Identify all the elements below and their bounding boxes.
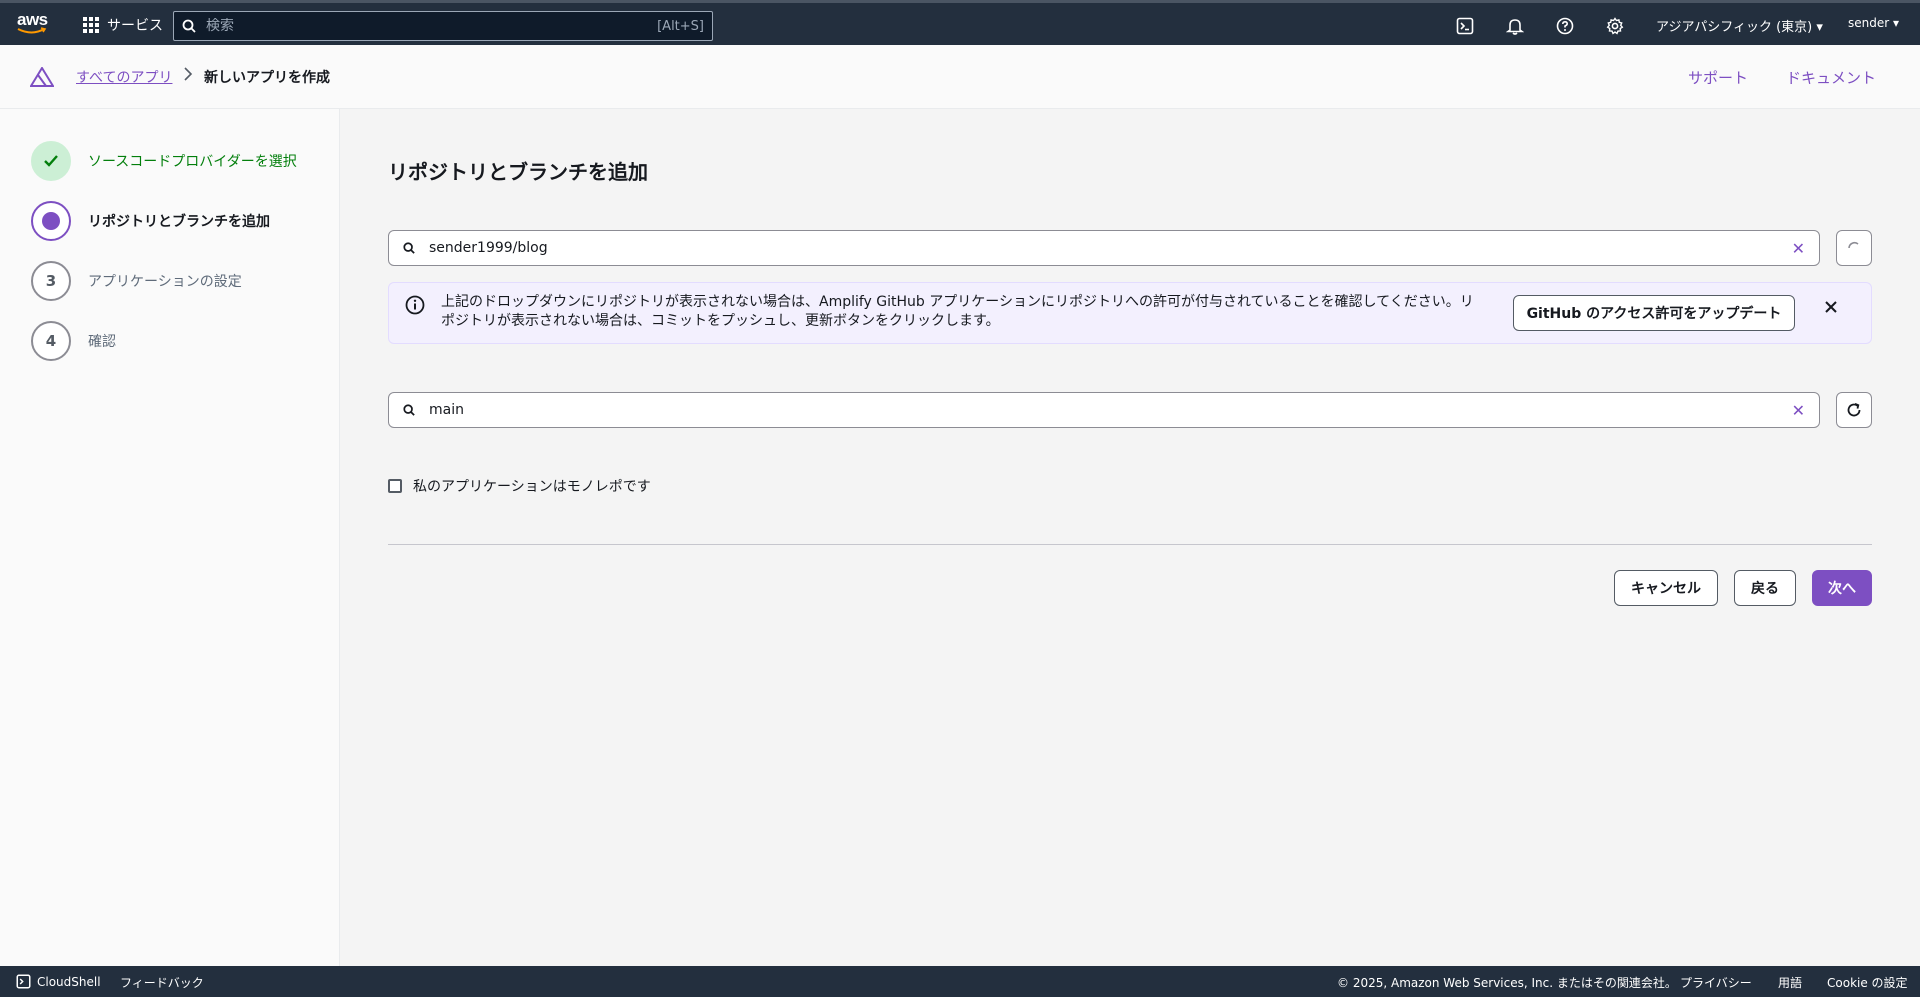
- monorepo-label[interactable]: 私のアプリケーションはモノレポです: [413, 476, 651, 496]
- help-icon[interactable]: [1554, 15, 1576, 37]
- privacy-link[interactable]: プライバシー: [1680, 974, 1752, 991]
- services-menu[interactable]: サービス: [83, 15, 163, 35]
- back-button[interactable]: 戻る: [1734, 570, 1796, 606]
- branch-input[interactable]: [429, 402, 1792, 418]
- branch-select[interactable]: ✕: [388, 392, 1820, 428]
- divider: [388, 544, 1872, 545]
- aws-logo[interactable]: aws: [17, 10, 51, 38]
- repository-refresh-button[interactable]: [1836, 230, 1872, 266]
- search-icon: [182, 19, 196, 33]
- grid-icon: [83, 17, 99, 33]
- clear-icon[interactable]: ✕: [1792, 239, 1805, 258]
- account-menu[interactable]: sender ▾: [1848, 16, 1899, 30]
- cloudshell-icon[interactable]: [1454, 15, 1476, 37]
- step-label: 確認: [88, 334, 116, 350]
- active-step-icon: [31, 201, 71, 241]
- console-footer: CloudShell フィードバック © 2025, Amazon Web Se…: [0, 966, 1920, 997]
- cookie-settings-link[interactable]: Cookie の設定: [1827, 974, 1908, 991]
- monorepo-checkbox[interactable]: [388, 479, 402, 493]
- step-review: 4 確認: [31, 321, 116, 361]
- repository-input[interactable]: [429, 240, 1792, 256]
- info-alert: 上記のドロップダウンにリポジトリが表示されない場合は、Amplify GitHu…: [388, 282, 1872, 344]
- aws-logo-text: aws: [17, 10, 48, 29]
- step-app-settings: 3 アプリケーションの設定: [31, 261, 242, 301]
- search-icon: [403, 242, 415, 254]
- region-selector[interactable]: アジアパシフィック (東京) ▾: [1656, 16, 1823, 35]
- info-alert-text: 上記のドロップダウンにリポジトリが表示されない場合は、Amplify GitHu…: [441, 294, 1474, 329]
- feedback-link[interactable]: フィードバック: [120, 974, 204, 991]
- clear-icon[interactable]: ✕: [1792, 401, 1805, 420]
- breadcrumb-all-apps[interactable]: すべてのアプリ: [76, 67, 172, 87]
- page-title: リポジトリとブランチを追加: [388, 160, 648, 184]
- update-github-permissions-button[interactable]: GitHub のアクセス許可をアップデート: [1513, 295, 1795, 331]
- documentation-link[interactable]: ドキュメント: [1786, 67, 1876, 88]
- close-icon[interactable]: [1823, 299, 1839, 319]
- terms-link[interactable]: 用語: [1778, 974, 1802, 991]
- amplify-logo-icon[interactable]: [29, 66, 55, 91]
- search-icon: [403, 404, 415, 416]
- services-label: サービス: [107, 18, 163, 34]
- monorepo-option[interactable]: 私のアプリケーションはモノレポです: [388, 476, 651, 496]
- step-source-provider[interactable]: ソースコードプロバイダーを選択: [31, 141, 297, 181]
- info-icon: [405, 295, 425, 319]
- app-header: すべてのアプリ 新しいアプリを作成 サポート ドキュメント: [0, 45, 1920, 109]
- settings-icon[interactable]: [1604, 15, 1626, 37]
- refresh-icon: [1847, 402, 1861, 417]
- chevron-right-icon: [183, 67, 193, 85]
- step-number: 4: [31, 321, 71, 361]
- wizard-steps: ソースコードプロバイダーを選択 リポジトリとブランチを追加 3 アプリケーション…: [0, 109, 340, 966]
- cloudshell-icon: [16, 974, 31, 989]
- branch-refresh-button[interactable]: [1836, 392, 1872, 428]
- step-label: ソースコードプロバイダーを選択: [88, 154, 297, 170]
- cloudshell-button[interactable]: CloudShell: [16, 974, 101, 989]
- global-search[interactable]: [Alt+S]: [173, 11, 713, 41]
- step-add-repo-branch[interactable]: リポジトリとブランチを追加: [31, 201, 270, 241]
- bell-icon[interactable]: [1504, 15, 1526, 37]
- check-icon: [31, 141, 71, 181]
- support-link[interactable]: サポート: [1688, 67, 1748, 88]
- cancel-button[interactable]: キャンセル: [1614, 570, 1718, 606]
- copyright-text: © 2025, Amazon Web Services, Inc. またはその関…: [1337, 976, 1677, 990]
- aws-top-nav: aws サービス [Alt+S]: [0, 0, 1920, 45]
- spinner-icon: [1848, 241, 1859, 249]
- global-search-input[interactable]: [206, 18, 658, 34]
- step-label: リポジトリとブランチを追加: [88, 214, 270, 230]
- search-shortcut: [Alt+S]: [657, 18, 704, 34]
- breadcrumb-current: 新しいアプリを作成: [204, 70, 330, 86]
- step-label: アプリケーションの設定: [88, 274, 242, 290]
- cloudshell-label: CloudShell: [37, 974, 101, 989]
- next-button[interactable]: 次へ: [1812, 570, 1872, 606]
- repository-select[interactable]: ✕: [388, 230, 1820, 266]
- step-number: 3: [31, 261, 71, 301]
